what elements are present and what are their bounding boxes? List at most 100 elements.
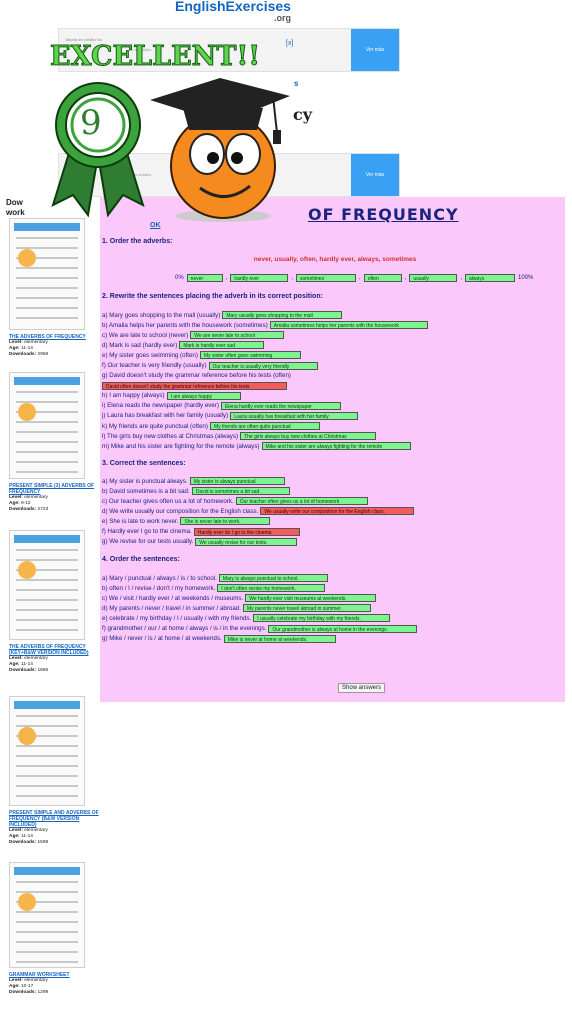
ribbon-badge-icon [51,82,145,218]
title-fragment-cy: cy [293,105,313,124]
question-text: m) Mike and his sister are fighting for … [102,442,260,450]
score-value: 9 [80,103,102,143]
question-text: h) I am happy (always) [102,392,165,400]
ad-x-link[interactable]: [x] [286,40,293,47]
answer-input-correct[interactable]: Elena hardly ever reads the newspaper [220,401,341,410]
answer-input-correct[interactable]: Mark is hardly ever sad [179,341,264,350]
scale-start: 0% [175,275,184,281]
worksheet-thumbnail[interactable] [9,530,85,640]
answer-input-correct[interactable]: Laura usually has breakfast with her fam… [230,411,358,420]
question-text: a) Mary / punctual / always / is / to sc… [102,574,217,582]
worksheet-downloads: Downloads: 1598 [9,840,49,845]
graduate-smiley-icon [150,78,290,222]
ad-button[interactable]: Ver más [351,29,399,71]
question-text: b) Amalia helps her parents with the hou… [102,321,268,329]
question-text: a) Mary goes shopping to the mall (usual… [102,311,221,319]
order-input[interactable]: always [465,274,516,282]
answer-input-wrong[interactable]: David often doesn't study the grammar re… [102,381,287,390]
question-text: k) My friends are quite punctual (often) [102,422,208,430]
worksheet-card[interactable]: PRESENT SIMPLE AND ADVERBS OF FREQUENCY … [9,696,101,846]
site-logo[interactable]: EnglishExercises .org [175,0,291,24]
question-text: j) Laura has breakfast with her family (… [102,412,229,420]
answer-input-wrong[interactable]: Hardly ever do I go to the cinema [193,527,301,536]
answer-input-correct[interactable]: Mary usually goes shopping to the mall [222,311,342,320]
question-text: f) Hardly ever I go to the cinema. [102,528,192,536]
answer-input-correct[interactable]: Our teacher often gives us a lot of home… [235,497,369,506]
section-4-heading: 4. Order the sentences: [102,556,180,563]
exercise-row: e) My sister goes swimming (often) My sis… [102,350,428,360]
order-input[interactable]: sometimes [296,274,357,282]
exercise-row: i) Elena reads the newspaper (hardly eve… [102,401,428,411]
exercise-row: g) We revise for our tests usually. We us… [102,537,414,547]
worksheet-title-link[interactable]: PRESENT SIMPLE (3) ADVERBS OF FREQUENCY [9,483,101,495]
scale-end: 100% [518,275,534,281]
exercise-row: l) The girls buy new clothes at Christma… [102,431,428,441]
ad-close-icon[interactable]: ▷✕ [390,154,398,160]
exercise-row: d) We write usually our composition for … [102,506,414,516]
ad-button[interactable]: Ver más [351,154,399,196]
exercise-row: a) Mary goes shopping to the mall (usual… [102,310,428,320]
exercise-row: c) We are late to school (never) We are n… [102,330,428,340]
excellent-banner: EXCELLENT!! [49,41,261,73]
question-text: c) Our teacher gives often us a lot of h… [102,497,234,505]
answer-input-correct[interactable]: Our teacher is usually very friendly [208,361,319,370]
worksheet-thumbnail[interactable] [9,218,85,330]
answer-input-correct[interactable]: My friends are often quite punctual [209,422,320,431]
worksheet-downloads: Downloads: 1299 [9,990,49,995]
answer-input-correct[interactable]: I don't often revise my homework. [217,584,325,593]
question-text: g) Mike / never / is / at home / at week… [102,635,222,643]
worksheet-thumbnail[interactable] [9,862,85,968]
answer-input-correct[interactable]: She is never late to work. [180,517,270,526]
answer-input-correct[interactable]: David is sometimes a bit sad. [191,487,290,496]
exercise-row: e) celebrate / my birthday / I / usually… [102,613,417,623]
answer-input-correct[interactable]: My parents never travel abroad in summer… [242,604,371,613]
worksheet-title-link[interactable]: PRESENT SIMPLE AND ADVERBS OF FREQUENCY … [9,810,101,828]
section-1-heading: 1. Order the adverbs: [102,238,173,245]
show-answers-button[interactable]: Show answers [338,683,386,693]
exercise-row: d) My parents / never / travel / in summ… [102,603,417,613]
worksheet-card[interactable]: PRESENT SIMPLE (3) ADVERBS OF FREQUENCY L… [9,372,101,513]
answer-input-correct[interactable]: Our grandmother is always at home in the… [268,624,418,633]
question-text: b) often / I / revise / don't / my homew… [102,584,216,592]
exercise-row: c) We / visit / hardly ever / at weekend… [102,593,417,603]
exercise-row: j) Laura has breakfast with her family (… [102,411,428,421]
order-input[interactable]: often [363,274,402,282]
ad-close-icon[interactable]: ▷✕ [390,29,398,35]
answer-input-correct[interactable]: I am always happy [166,391,242,400]
worksheet-thumbnail[interactable] [9,372,85,479]
answer-input-correct[interactable]: Mike and his sister are always fighting … [261,442,412,451]
exercise-row: h) I am happy (always) I am always happy [102,391,428,401]
order-input[interactable]: usually [409,274,458,282]
answer-input-correct[interactable]: Mike is never at home at weekends. [223,634,337,643]
answer-input-correct[interactable]: We usually revise for our tests. [195,537,297,546]
order-input[interactable]: never [186,274,223,282]
worksheet-downloads: Downloads: 2968 [9,352,49,357]
exercise-row: g) David doesn't study the grammar refer… [102,371,428,381]
question-text: b) David sometimes is a bit sad. [102,487,190,495]
worksheet-card[interactable]: THE ADVERBS OF FREQUENCY Level: elementar… [9,218,101,358]
answer-input-wrong[interactable]: We usually write our composition for the… [260,507,414,516]
answer-input-correct[interactable]: I usually celebrate my birthday with my … [253,614,390,623]
worksheet-card[interactable]: THE ADVERBS OF FREQUENCY (KEY+B&W VERSIO… [9,530,101,674]
worksheet-card[interactable]: GRAMMAR WORKSHEET Level: elementary Age: 1… [9,862,101,996]
exercise-row: f) Hardly ever I go to the cinema. Hardly… [102,526,414,536]
answer-input-correct[interactable]: We are never late to school [190,331,284,340]
order-input[interactable]: hardly ever [230,274,289,282]
worksheet-title-link[interactable]: THE ADVERBS OF FREQUENCY (KEY+B&W VERSIO… [9,644,101,656]
ok-link[interactable]: OK [150,222,161,229]
question-text: f) Our teacher is very friendly (usually… [102,362,207,370]
question-text: e) She is late to work never. [102,517,179,525]
question-text: g) We revise for our tests usually. [102,538,194,546]
adverb-order-row: 0% never, hardly ever, sometimes, often,… [175,274,534,282]
exercise-row: e) She is late to work never. She is neve… [102,516,414,526]
answer-input-correct[interactable]: My sister often goes swimming [199,351,302,360]
question-text: d) We write usually our composition for … [102,507,259,515]
answer-input-correct[interactable]: Mary is always punctual to school. [218,574,328,583]
answer-input-correct[interactable]: We hardly ever visit museums at weekends… [245,594,376,603]
answer-input-correct[interactable]: The girls always buy new clothes at Chri… [240,432,376,441]
answer-input-correct[interactable]: My sister is always punctual [189,477,285,486]
exercise-row: f) grandmother / our / at home / always … [102,623,418,633]
answer-input-correct[interactable]: Amalia sometimes helps her parents with … [269,321,428,330]
question-text: g) David doesn't study the grammar refer… [102,372,291,380]
worksheet-thumbnail[interactable] [9,696,85,806]
